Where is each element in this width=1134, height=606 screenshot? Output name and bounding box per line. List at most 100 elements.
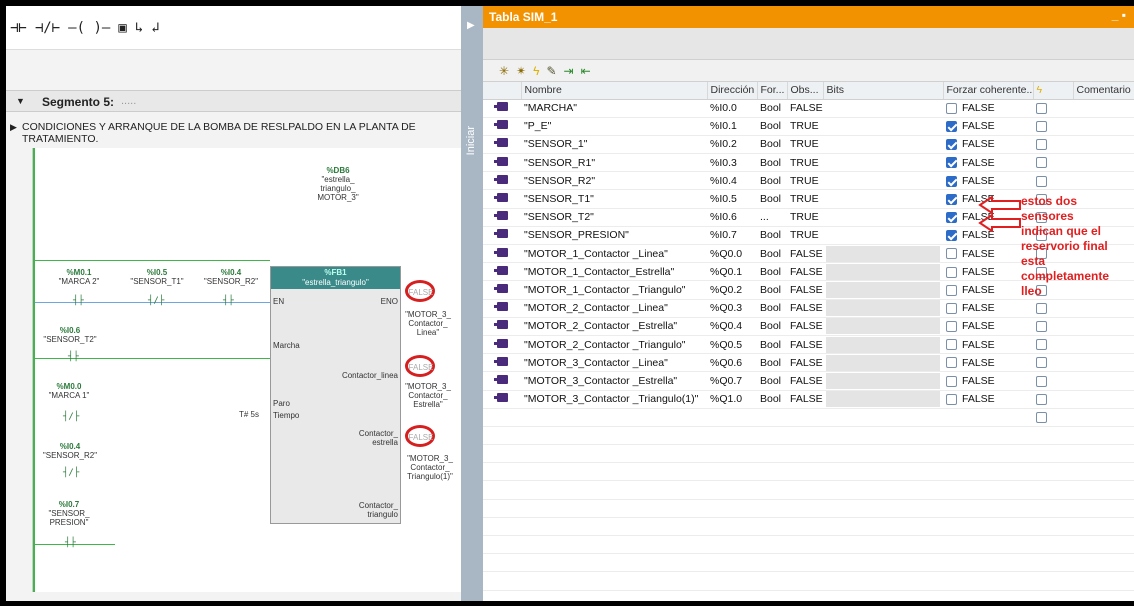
force-checkbox[interactable] — [946, 284, 957, 296]
cell-nombre[interactable]: "P_E" — [521, 117, 707, 136]
cell-force-enable[interactable] — [1033, 99, 1073, 118]
cell-nombre[interactable]: "SENSOR_T2" — [521, 208, 707, 227]
force-enable-checkbox[interactable] — [1036, 357, 1047, 369]
cell-formato[interactable]: Bool — [757, 317, 787, 336]
cell-bits[interactable] — [823, 390, 943, 409]
force-checkbox[interactable] — [946, 375, 957, 387]
cell-comentario[interactable] — [1073, 371, 1134, 391]
expand-arrow-icon[interactable]: ▶ — [10, 122, 17, 133]
segment-comment[interactable]: CONDICIONES Y ARRANQUE DE LA BOMBA DE RE… — [22, 121, 461, 145]
cell-bits[interactable] — [823, 262, 943, 282]
contact-sensor-r2[interactable]: %I0.4 "SENSOR_R2" — [191, 268, 271, 286]
cell-bits[interactable] — [823, 117, 943, 136]
empty-row[interactable] — [483, 480, 1134, 500]
empty-row[interactable] — [483, 462, 1134, 482]
cell-bits[interactable] — [823, 353, 943, 373]
cell-direccion[interactable]: %Q0.6 — [707, 353, 757, 373]
cell-direccion[interactable]: %Q0.2 — [707, 280, 757, 300]
open-branch-icon[interactable]: ↳ — [135, 21, 143, 35]
cell-force-enable[interactable] — [1033, 171, 1073, 191]
col-force-icon[interactable]: ϟ — [1033, 82, 1074, 100]
cell-bits[interactable] — [823, 99, 943, 118]
col-forzar-coherente[interactable]: Forzar coherente... — [943, 82, 1034, 100]
cell-nombre[interactable]: "MOTOR_3_Contactor _Triangulo(1)" — [521, 390, 707, 409]
output-motor3-estrella[interactable]: "MOTOR_3_ Contactor_ Estrella" — [403, 382, 453, 409]
cell-force-enable[interactable] — [1033, 390, 1073, 409]
import-icon[interactable]: ⇤ — [581, 65, 591, 77]
cell-forzar[interactable]: FALSE — [943, 244, 1033, 264]
force-checkbox[interactable] — [946, 248, 957, 260]
table-row[interactable]: "MOTOR_2_Contactor _Linea" %Q0.3 Bool FALSE… — [483, 299, 1134, 318]
cell-bits[interactable] — [823, 244, 943, 264]
empty-row[interactable] — [483, 499, 1134, 518]
empty-row[interactable] — [483, 444, 1134, 464]
cell-direccion[interactable]: %Q1.0 — [707, 390, 757, 409]
cell-nombre[interactable]: "SENSOR_1" — [521, 135, 707, 155]
cell-force-enable[interactable] — [1033, 299, 1073, 318]
cell-direccion[interactable]: %Q0.0 — [707, 244, 757, 264]
coil-icon[interactable]: –( )– — [68, 21, 110, 35]
expand-right-icon[interactable]: ▶ — [467, 20, 475, 31]
modify-icon[interactable]: ✎ — [546, 65, 556, 77]
cell-nombre[interactable]: "SENSOR_R1" — [521, 153, 707, 173]
cell-forzar[interactable]: FALSE — [943, 335, 1033, 355]
contact-marca1[interactable]: %M0.0 "MARCA 1" — [39, 382, 99, 400]
empty-row[interactable] — [483, 535, 1134, 555]
cell-nombre[interactable]: "SENSOR_PRESION" — [521, 226, 707, 246]
cell-force-enable[interactable] — [1033, 353, 1073, 373]
cell-direccion[interactable]: %I0.3 — [707, 153, 757, 173]
cell-formato[interactable]: Bool — [757, 99, 787, 118]
col-formato[interactable]: For... — [757, 82, 788, 100]
force-checkbox[interactable] — [946, 102, 957, 114]
cell-direccion[interactable]: %Q0.3 — [707, 299, 757, 318]
force-checkbox[interactable] — [946, 393, 957, 405]
cell-direccion[interactable]: %I0.5 — [707, 189, 757, 209]
contact-marca2[interactable]: %M0.1 "MARCA 2" — [39, 268, 119, 286]
force-checkbox[interactable] — [946, 193, 957, 205]
cell-direccion[interactable]: %I0.2 — [707, 135, 757, 155]
lightning-icon[interactable]: ϟ — [533, 65, 539, 77]
cell-bits[interactable] — [823, 171, 943, 191]
cell-comentario[interactable] — [1073, 335, 1134, 355]
cell-formato[interactable]: Bool — [757, 390, 787, 409]
export-icon[interactable]: ⇥ — [564, 65, 574, 77]
force-checkbox[interactable] — [946, 121, 957, 132]
force-enable-checkbox[interactable] — [1036, 412, 1047, 423]
cell-force-enable[interactable] — [1033, 117, 1073, 136]
force-enable-checkbox[interactable] — [1036, 375, 1047, 387]
cell-nombre[interactable]: "SENSOR_R2" — [521, 171, 707, 191]
table-row[interactable]: "MOTOR_3_Contactor _Estrella" %Q0.7 Bool FA… — [483, 371, 1134, 391]
cell-forzar[interactable]: FALSE — [943, 371, 1033, 391]
cell-nombre[interactable]: "SENSOR_T1" — [521, 189, 707, 209]
table-row[interactable]: "P_E" %I0.1 Bool TRUE FALSE — [483, 117, 1134, 136]
cell-formato[interactable]: Bool — [757, 117, 787, 136]
tiempo-value[interactable]: T# 5s — [239, 410, 259, 419]
collapse-arrow-icon[interactable]: ▼ — [16, 96, 25, 106]
force-enable-checkbox[interactable] — [1036, 102, 1047, 114]
normally-open-contact-icon[interactable]: ⊣⊢ — [10, 21, 27, 35]
cell-comentario[interactable] — [1073, 117, 1134, 136]
cell-forzar[interactable]: FALSE — [943, 135, 1033, 155]
force-checkbox[interactable] — [946, 357, 957, 369]
cell-formato[interactable]: ... — [757, 208, 787, 227]
cell-direccion[interactable]: %I0.0 — [707, 99, 757, 118]
cell-nombre[interactable]: "MOTOR_1_Contactor _Linea" — [521, 244, 707, 264]
cell-bits[interactable] — [823, 226, 943, 246]
force-checkbox[interactable] — [946, 230, 957, 242]
cell-direccion[interactable]: %Q0.4 — [707, 317, 757, 336]
cell-forzar[interactable]: FALSE — [943, 299, 1033, 318]
cell-forzar[interactable]: FALSE — [943, 99, 1033, 118]
force-checkbox[interactable] — [946, 266, 957, 278]
empty-row[interactable] — [483, 553, 1134, 573]
close-branch-icon[interactable]: ↲ — [151, 21, 159, 35]
cell-formato[interactable]: Bool — [757, 262, 787, 282]
cell-bits[interactable] — [823, 189, 943, 209]
segment-header[interactable]: ▼ Segmento 5: ..... — [6, 90, 461, 112]
force-enable-checkbox[interactable] — [1036, 157, 1047, 169]
cell-force-enable[interactable] — [1033, 317, 1073, 336]
col-nombre[interactable]: Nombre — [521, 82, 708, 100]
empty-row[interactable] — [483, 517, 1134, 537]
output-motor3-triangulo[interactable]: "MOTOR_3_ Contactor_ Triangulo(1)" — [401, 454, 459, 481]
cell-forzar[interactable]: FALSE — [943, 171, 1033, 191]
cell-comentario[interactable] — [1073, 390, 1134, 409]
